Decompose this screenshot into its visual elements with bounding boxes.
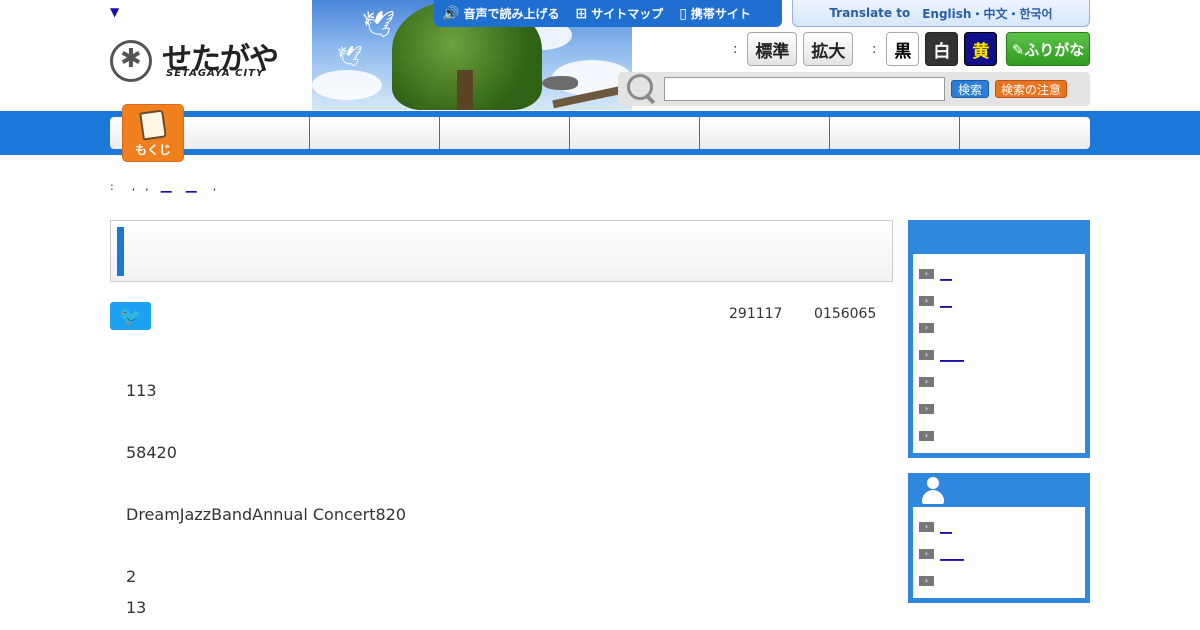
search-input[interactable] — [664, 77, 945, 101]
text-size-controls: : 標準 拡大 — [733, 32, 859, 66]
bg-black-button[interactable]: 黒 — [886, 32, 920, 66]
utility-bar: 🔊 音声で読み上げる ⊞ サイトマップ ▯ 携帯サイト — [434, 0, 782, 27]
bird-image — [542, 76, 578, 90]
text-size-standard-button[interactable]: 標準 — [747, 32, 798, 66]
body-text: 58420 — [126, 443, 177, 462]
sidebar-link[interactable]: ____ — [940, 547, 964, 561]
arrow-right-icon: › — [919, 349, 934, 360]
sidebar-item[interactable]: › — [919, 567, 1085, 594]
mobile-site-link[interactable]: ▯ 携帯サイト — [671, 0, 759, 27]
arrow-right-icon: › — [919, 295, 934, 306]
read-aloud-link[interactable]: 🔊 音声で読み上げる — [434, 0, 567, 27]
sidebar-item[interactable]: › ____ — [919, 341, 1085, 368]
sidebar-box-list: › __ › ____ › — [913, 507, 1085, 598]
furigana-button[interactable]: ✎ふりがな — [1006, 32, 1090, 66]
breadcrumb-sep: , — [145, 180, 149, 193]
arrow-right-icon: › — [919, 268, 934, 279]
breadcrumb-sep: , — [131, 180, 136, 193]
bg-yellow-button[interactable]: 黄 — [964, 32, 998, 66]
translate-languages: English・中文・한국어 — [922, 6, 1053, 21]
breadcrumb-colon: : — [110, 180, 114, 193]
nav-item[interactable] — [830, 117, 960, 149]
arrow-right-icon: › — [919, 521, 934, 532]
color-scheme-controls: : 黒 白 黄 — [872, 32, 1003, 66]
arrow-right-icon: › — [919, 376, 934, 387]
sidebar-item[interactable]: › — [919, 422, 1085, 449]
toc-button[interactable]: もくじ — [122, 104, 184, 162]
sidebar-link[interactable]: __ — [940, 520, 952, 534]
city-emblem-icon — [110, 40, 152, 82]
sidebar-item[interactable]: › — [919, 314, 1085, 341]
dove-icon: 🕊 — [362, 10, 396, 40]
body-text: DreamJazzBandAnnual Concert820 — [126, 505, 407, 524]
sidebar-item[interactable]: › — [919, 395, 1085, 422]
breadcrumb-link[interactable]: __ — [161, 180, 172, 193]
arrow-right-icon: › — [919, 403, 934, 414]
sidebar-box-header — [913, 473, 1085, 507]
dove-icon: 🕊 — [337, 44, 363, 68]
twitter-bird-icon: 🐦 — [119, 305, 142, 327]
person-icon — [919, 475, 949, 505]
nav-item[interactable] — [700, 117, 830, 149]
sitemap-label: サイトマップ — [591, 7, 664, 21]
page: ▼ せたがや SETAGAYA CITY 🕊 🕊 🔊 音声で読み上げる ⊞ サイ… — [0, 0, 1200, 630]
search-icon — [627, 74, 657, 104]
sidebar-link[interactable]: __ — [940, 294, 952, 308]
updated-date: 291117 — [729, 306, 783, 322]
breadcrumb: : , , __ __ , — [110, 180, 216, 193]
toc-label: もくじ — [134, 143, 171, 157]
sidebar-item[interactable]: › __ — [919, 260, 1085, 287]
arrow-right-icon: › — [919, 322, 934, 333]
arrow-right-icon: › — [919, 575, 934, 586]
title-accent-bar — [117, 227, 124, 276]
color-colon: : — [872, 41, 877, 57]
body-text: 113 — [126, 381, 157, 400]
logo-text-en: SETAGAYA CITY — [166, 68, 265, 79]
text-size-colon: : — [733, 41, 738, 57]
book-icon — [139, 109, 167, 141]
setagaya-logo[interactable]: せたがや SETAGAYA CITY — [110, 38, 310, 86]
body-text: 13 — [126, 598, 147, 617]
nav-item[interactable] — [310, 117, 440, 149]
translate-button[interactable]: Translate to English・中文・한국어 — [792, 0, 1090, 27]
breadcrumb-link[interactable]: __ — [186, 180, 197, 193]
sidebar-box-contact: › __ › ____ › — [908, 473, 1090, 603]
arrow-right-icon: › — [919, 430, 934, 441]
cloud-shape — [312, 70, 382, 100]
bg-white-button[interactable]: 白 — [925, 32, 959, 66]
sidebar-box-header — [913, 220, 1085, 254]
breadcrumb-sep: , — [212, 180, 217, 193]
body-text: 2 — [126, 567, 137, 586]
twitter-share-button[interactable]: 🐦 — [110, 302, 151, 330]
speaker-icon: 🔊 — [442, 5, 460, 22]
sitemap-link[interactable]: ⊞ サイトマップ — [567, 0, 671, 27]
sidebar-item[interactable]: › __ — [919, 513, 1085, 540]
mobile-site-label: 携帯サイト — [690, 7, 751, 21]
sitemap-icon: ⊞ — [575, 5, 588, 22]
nav-item[interactable] — [570, 117, 700, 149]
nav-item[interactable] — [960, 117, 1090, 149]
sidebar-item[interactable]: › — [919, 368, 1085, 395]
translate-prefix: Translate to — [829, 6, 911, 20]
text-size-large-button[interactable]: 拡大 — [803, 32, 854, 66]
search-button[interactable]: 検索 — [951, 80, 990, 98]
sidebar-box-list: › __ › __ › › ____ › › › — [913, 254, 1085, 453]
skip-link[interactable]: ▼ — [110, 5, 119, 19]
sidebar-link[interactable]: ____ — [940, 348, 964, 362]
page-id: 0156065 — [814, 306, 877, 322]
sidebar-link[interactable]: __ — [940, 267, 952, 281]
sidebar-box-related: › __ › __ › › ____ › › › — [908, 220, 1090, 458]
tree-trunk — [457, 70, 473, 110]
search-area: 検索 検索の注意 — [618, 72, 1090, 106]
search-notes-button[interactable]: 検索の注意 — [995, 80, 1068, 98]
mobile-phone-icon: ▯ — [679, 5, 687, 22]
sidebar-item[interactable]: › ____ — [919, 540, 1085, 567]
page-title — [110, 220, 893, 282]
sidebar-item[interactable]: › __ — [919, 287, 1085, 314]
global-nav — [110, 117, 1090, 149]
nav-item[interactable] — [440, 117, 570, 149]
read-aloud-label: 音声で読み上げる — [463, 7, 560, 21]
arrow-right-icon: › — [919, 548, 934, 559]
